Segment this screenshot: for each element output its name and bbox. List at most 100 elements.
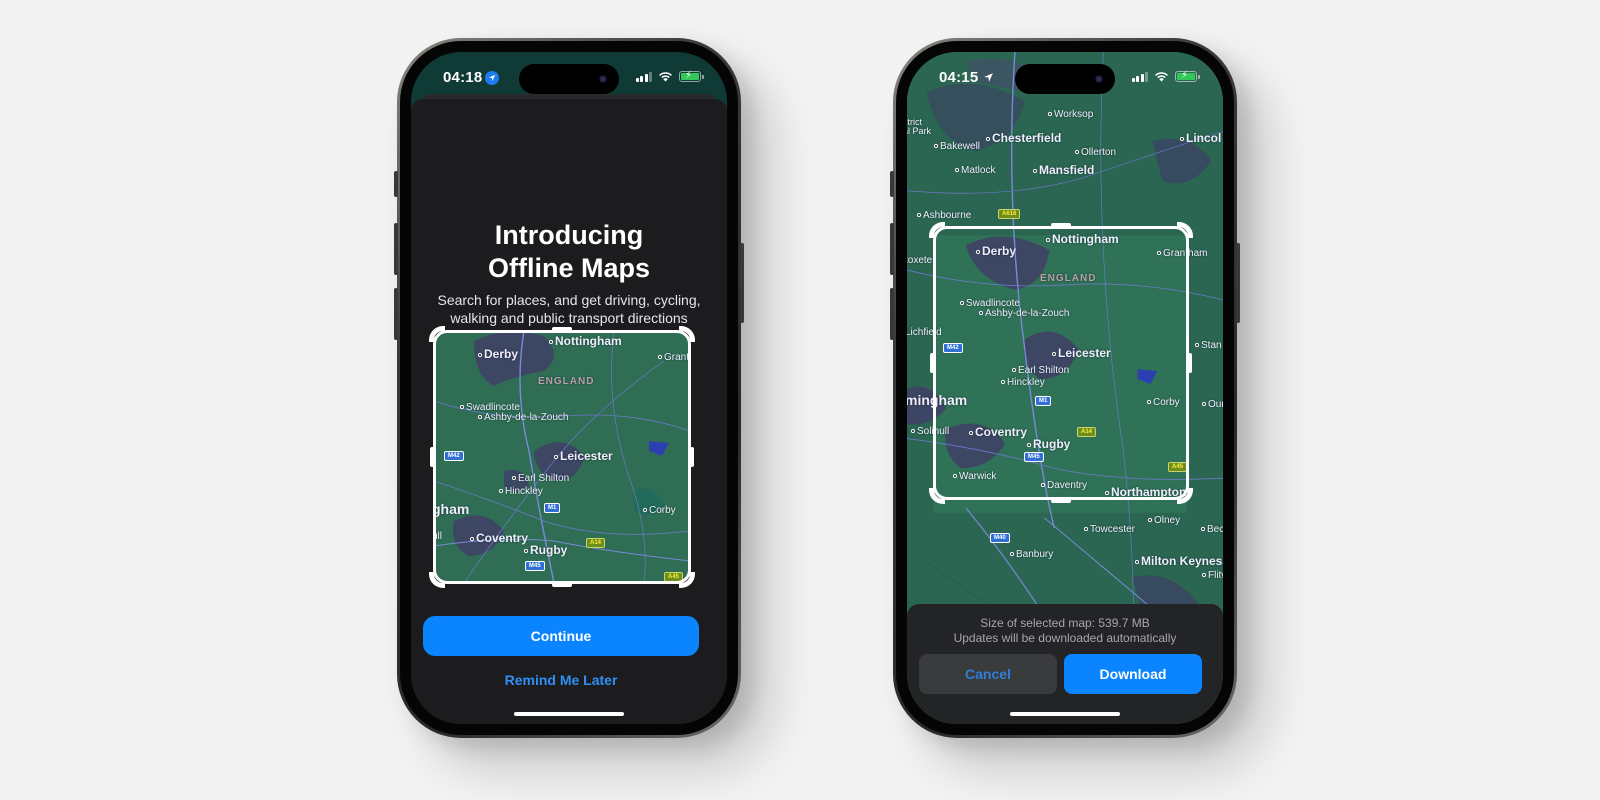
- offline-maps-intro-screen: 04:18 ⚡ Introducing Offline Maps Search …: [411, 52, 727, 724]
- map-size-text: Size of selected map: 539.7 MB: [980, 616, 1150, 630]
- map-label-birmingham: gham: [434, 501, 470, 517]
- page-title: Introducing Offline Maps: [411, 219, 727, 285]
- battery-charging-icon: ⚡: [1175, 70, 1200, 82]
- map-label-lincoln: Lincol: [1180, 131, 1221, 145]
- title-line-2: Offline Maps: [487, 253, 650, 283]
- road-sign-m1: M1: [1035, 396, 1052, 406]
- map-label-birmingham: mingham: [907, 392, 968, 408]
- map-label-grantham: Granth: [658, 352, 690, 363]
- dynamic-island: [519, 64, 619, 94]
- action-button: [890, 171, 894, 197]
- status-time: 04:15: [939, 69, 995, 86]
- map-label-chesterfield: Chesterfield: [986, 131, 1061, 145]
- map-label-england: ENGLAND: [538, 376, 595, 387]
- map-label-hinckley: Hinckley: [1001, 377, 1045, 388]
- wifi-icon: [1155, 72, 1168, 82]
- road-sign-a45: A45: [1168, 462, 1188, 472]
- map-label-solihull: ull: [434, 531, 443, 542]
- phone-right: strictal Park Worksop Chesterfield Bakew…: [890, 38, 1240, 738]
- map-label-rugby: Rugby: [524, 543, 567, 557]
- map-label-grantham: Grantham: [1157, 248, 1207, 259]
- selection-corner-bottom-right[interactable]: [679, 572, 695, 588]
- location-arrow-icon: [981, 71, 995, 85]
- road-sign-m42: M42: [943, 343, 963, 353]
- wifi-icon: [659, 72, 672, 82]
- map-label-flitwick: Flitwi: [1202, 570, 1223, 581]
- selection-handle-bottom[interactable]: [1051, 499, 1071, 503]
- status-bar: 04:15 ⚡: [907, 52, 1223, 104]
- road-sign-m45: M45: [1024, 452, 1044, 462]
- title-line-1: Introducing: [494, 220, 644, 250]
- map-label-worksop: Worksop: [1048, 109, 1093, 120]
- home-indicator[interactable]: [514, 712, 624, 716]
- map-label-stamford: Stan: [1195, 340, 1222, 351]
- road-sign-m42: M42: [444, 451, 464, 461]
- home-indicator[interactable]: [1010, 712, 1120, 716]
- selection-corner-bottom-left[interactable]: [429, 572, 445, 588]
- map-label-rugby: Rugby: [1027, 437, 1070, 451]
- auto-update-text: Updates will be downloaded automatically: [953, 630, 1177, 645]
- map-label-solihull: Solihull: [911, 426, 949, 437]
- time-text: 04:15: [939, 69, 979, 86]
- status-bar: 04:18 ⚡: [411, 52, 727, 104]
- selection-handle-right[interactable]: [690, 447, 694, 467]
- map-label-earl-shilton: Earl Shilton: [512, 473, 569, 484]
- map-label-towcester: Towcester: [1084, 524, 1135, 535]
- intro-sheet: Introducing Offline Maps Search for plac…: [411, 99, 727, 724]
- map-label-lichfield: Lichfield: [907, 327, 942, 338]
- map-label-milton-keynes: Milton Keynes: [1135, 554, 1222, 568]
- volume-down-button: [394, 288, 398, 340]
- map-label-coventry: Coventry: [969, 425, 1027, 439]
- map-label-leicester: Leicester: [554, 449, 613, 463]
- map-label-nottingham: Nottingham: [549, 334, 622, 348]
- power-button: [740, 243, 744, 323]
- offline-map-select-screen: strictal Park Worksop Chesterfield Bakew…: [907, 52, 1223, 724]
- map-label-matlock: Matlock: [955, 165, 995, 176]
- download-panel: Size of selected map: 539.7 MB Updates w…: [907, 604, 1223, 724]
- description-line-1: Search for places, and get driving, cycl…: [437, 292, 701, 308]
- battery-charging-icon: ⚡: [679, 70, 704, 82]
- cellular-signal-icon: [635, 71, 652, 82]
- road-sign-a14: A14: [1077, 427, 1097, 437]
- cancel-button[interactable]: Cancel: [919, 654, 1057, 694]
- location-arrow-filled-icon: [485, 70, 500, 85]
- map-label-peak-district: strictal Park: [907, 117, 932, 136]
- map-label-bakewell: Bakewell: [934, 141, 980, 152]
- remind-me-later-button[interactable]: Remind Me Later: [423, 669, 699, 691]
- action-button: [394, 171, 398, 197]
- map-label-coventry: Coventry: [470, 531, 528, 545]
- map-label-earl-shilton: Earl Shilton: [1012, 365, 1069, 376]
- map-label-corby: Corby: [1147, 397, 1180, 408]
- map-label-corby: Corby: [643, 505, 676, 516]
- phone-left: 04:18 ⚡ Introducing Offline Maps Search …: [394, 38, 744, 738]
- selection-handle-top[interactable]: [552, 327, 572, 331]
- cellular-signal-icon: [1131, 71, 1148, 82]
- road-sign-m1: M1: [544, 503, 561, 513]
- selection-handle-right[interactable]: [1188, 353, 1192, 373]
- selection-handle-bottom[interactable]: [552, 583, 572, 587]
- map-label-mansfield: Mansfield: [1033, 163, 1094, 177]
- selection-handle-top[interactable]: [1051, 223, 1071, 227]
- selection-handle-left[interactable]: [930, 353, 934, 373]
- power-button: [1236, 243, 1240, 323]
- map-label-derby: Derby: [976, 244, 1016, 258]
- map-label-bedford: Bec: [1201, 524, 1223, 535]
- map-label-ashby: Ashby-de-la-Zouch: [478, 412, 568, 423]
- map-label-derby: Derby: [478, 347, 518, 361]
- continue-button[interactable]: Continue: [423, 616, 699, 656]
- volume-up-button: [394, 223, 398, 275]
- status-time: 04:18: [443, 69, 500, 86]
- road-sign-a14: A14: [586, 538, 606, 548]
- road-sign-m45: M45: [525, 561, 545, 571]
- map-label-ollerton: Ollerton: [1075, 147, 1116, 158]
- download-button[interactable]: Download: [1064, 654, 1202, 694]
- selection-handle-left[interactable]: [430, 447, 434, 467]
- volume-down-button: [890, 288, 894, 340]
- map-label-leicester: Leicester: [1052, 346, 1111, 360]
- download-info: Size of selected map: 539.7 MB Updates w…: [907, 616, 1223, 645]
- map-label-uttoxeter: toxeter: [907, 255, 936, 266]
- map-label-banbury: Banbury: [1010, 549, 1053, 560]
- map-label-england: ENGLAND: [1040, 273, 1097, 284]
- map-label-oundle: Oun: [1202, 399, 1223, 410]
- map-label-ashbourne: Ashbourne: [917, 210, 971, 221]
